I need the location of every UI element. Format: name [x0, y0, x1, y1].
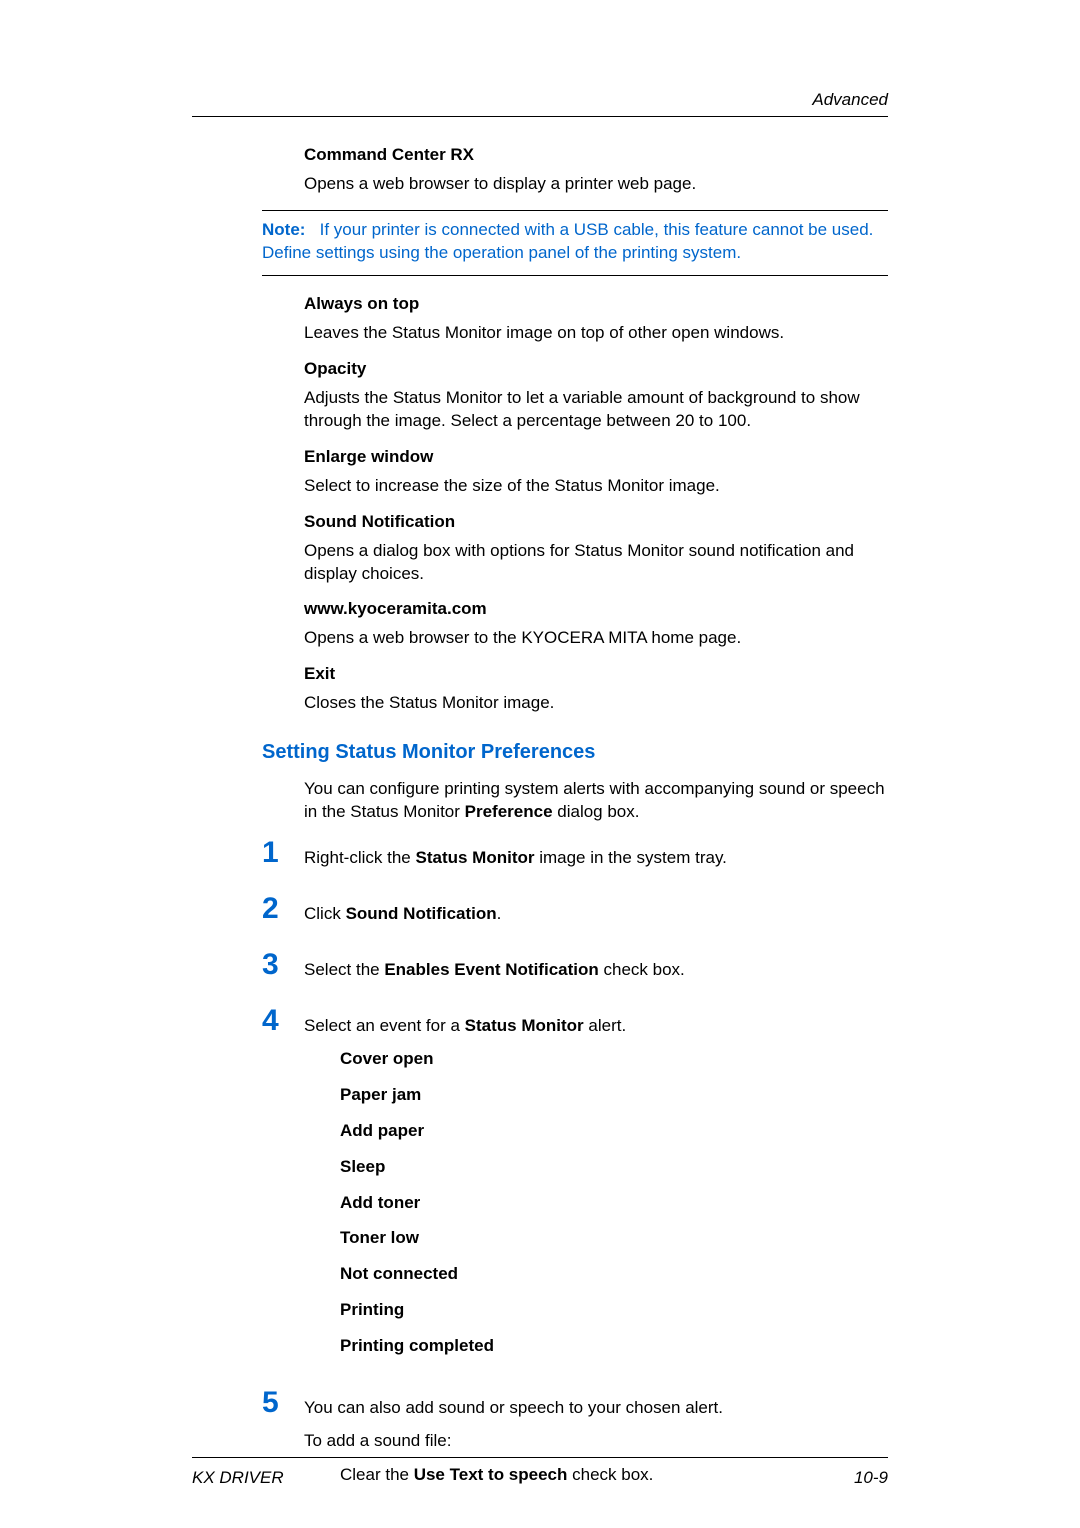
enlarge-desc: Select to increase the size of the Statu…	[304, 475, 888, 498]
page-footer: KX DRIVER 10-9	[192, 1457, 888, 1488]
setting-preferences-heading: Setting Status Monitor Preferences	[262, 741, 888, 764]
step-4: 4 Select an event for a Status Monitor a…	[262, 1006, 888, 1370]
event-add-paper: Add paper	[340, 1119, 888, 1143]
event-add-toner: Add toner	[340, 1191, 888, 1215]
event-cover-open: Cover open	[340, 1047, 888, 1071]
footer-right: 10-9	[854, 1468, 888, 1488]
step-2: 2 Click Sound Notification.	[262, 894, 888, 926]
step-1-number: 1	[262, 838, 304, 868]
command-center-title: Command Center RX	[304, 145, 888, 165]
opacity-desc: Adjusts the Status Monitor to let a vari…	[304, 387, 888, 433]
step-3-number: 3	[262, 950, 304, 980]
note-box: Note: If your printer is connected with …	[262, 210, 888, 276]
note-body: If your printer is connected with a USB …	[262, 220, 873, 262]
step-1: 1 Right-click the Status Monitor image i…	[262, 838, 888, 870]
event-sleep: Sleep	[340, 1155, 888, 1179]
event-paper-jam: Paper jam	[340, 1083, 888, 1107]
website-desc: Opens a web browser to the KYOCERA MITA …	[304, 627, 888, 650]
step-5-line1: You can also add sound or speech to your…	[304, 1396, 888, 1420]
content-body: Command Center RX Opens a web browser to…	[304, 145, 888, 1487]
event-toner-low: Toner low	[340, 1226, 888, 1250]
always-on-top-desc: Leaves the Status Monitor image on top o…	[304, 322, 888, 345]
exit-title: Exit	[304, 664, 888, 684]
note-text: Note: If your printer is connected with …	[262, 219, 888, 265]
opacity-title: Opacity	[304, 359, 888, 379]
exit-desc: Closes the Status Monitor image.	[304, 692, 888, 715]
section-intro-post: dialog box.	[553, 802, 640, 821]
event-list: Cover open Paper jam Add paper Sleep Add…	[340, 1047, 888, 1357]
sound-notif-title: Sound Notification	[304, 512, 888, 532]
event-printing-completed: Printing completed	[340, 1334, 888, 1358]
page-header: Advanced	[192, 90, 888, 117]
footer-left: KX DRIVER	[192, 1468, 284, 1488]
step-4-number: 4	[262, 1006, 304, 1036]
section-intro-bold: Preference	[465, 802, 553, 821]
note-label: Note:	[262, 220, 305, 239]
section-intro: You can configure printing system alerts…	[304, 778, 888, 824]
website-title: www.kyoceramita.com	[304, 599, 888, 619]
step-1-body: Right-click the Status Monitor image in …	[304, 838, 888, 870]
step-2-body: Click Sound Notification.	[304, 894, 888, 926]
event-not-connected: Not connected	[340, 1262, 888, 1286]
command-center-desc: Opens a web browser to display a printer…	[304, 173, 888, 196]
enlarge-title: Enlarge window	[304, 447, 888, 467]
step-3: 3 Select the Enables Event Notification …	[262, 950, 888, 982]
sound-notif-desc: Opens a dialog box with options for Stat…	[304, 540, 888, 586]
always-on-top-title: Always on top	[304, 294, 888, 314]
event-printing: Printing	[340, 1298, 888, 1322]
section-title: Advanced	[812, 90, 888, 109]
step-5-number: 5	[262, 1388, 304, 1418]
step-3-body: Select the Enables Event Notification ch…	[304, 950, 888, 982]
step-5-line2: To add a sound file:	[304, 1429, 888, 1453]
step-4-body: Select an event for a Status Monitor ale…	[304, 1006, 888, 1370]
step-2-number: 2	[262, 894, 304, 924]
